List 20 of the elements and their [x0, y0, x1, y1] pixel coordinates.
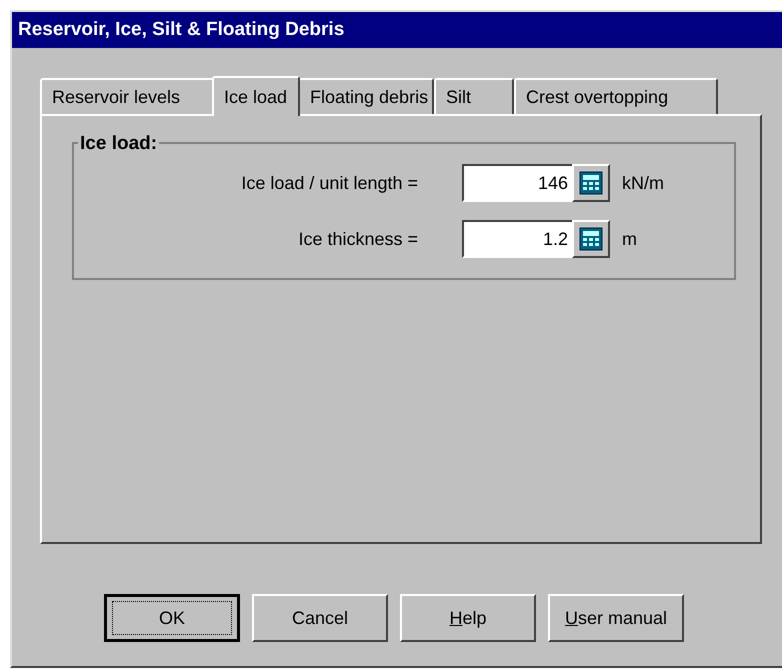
dialog-button[interactable]: User manual — [548, 594, 684, 642]
unit-label: m — [622, 228, 637, 250]
unit-label: kN/m — [622, 172, 664, 194]
field-label: Ice load / unit length = — [240, 172, 418, 195]
tab[interactable]: Ice load — [212, 76, 300, 116]
tab[interactable]: Reservoir levels — [40, 78, 214, 114]
calculator-button[interactable] — [572, 164, 610, 202]
tab[interactable]: Silt — [434, 78, 514, 114]
calculator-icon — [579, 227, 603, 251]
dialog-button[interactable]: Cancel — [252, 594, 388, 642]
dialog-button[interactable]: OK — [104, 594, 240, 642]
input-field[interactable]: 146 — [462, 164, 572, 202]
tab[interactable]: Floating debris — [298, 78, 434, 114]
calculator-button[interactable] — [572, 220, 610, 258]
calculator-icon — [579, 171, 603, 195]
tab[interactable]: Crest overtopping — [514, 78, 718, 114]
dialog-button[interactable]: Help — [400, 594, 536, 642]
input-field[interactable]: 1.2 — [462, 220, 572, 258]
window-title: Reservoir, Ice, Silt & Floating Debris — [18, 18, 344, 42]
field-label: Ice thickness = — [297, 228, 418, 250]
